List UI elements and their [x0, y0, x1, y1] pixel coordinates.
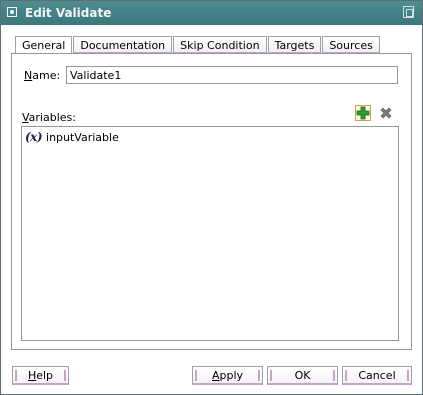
variable-x-icon: (x) — [25, 130, 43, 144]
variable-name: inputVariable — [46, 130, 119, 144]
ok-label: OK — [294, 369, 311, 382]
add-variable-button[interactable] — [355, 105, 371, 121]
help-button[interactable]: Help — [12, 366, 69, 385]
name-label-mnemonic: N — [24, 69, 33, 82]
help-label: elp — [36, 369, 54, 382]
title-bar[interactable]: Edit Validate — [1, 1, 422, 25]
variables-label-mnemonic: V — [22, 111, 29, 124]
window-title: Edit Validate — [25, 6, 112, 20]
maximize-icon[interactable] — [403, 6, 414, 18]
list-item[interactable]: (x) inputVariable — [25, 129, 119, 145]
tab-sources[interactable]: Sources — [322, 36, 380, 54]
cancel-button[interactable]: Cancel — [342, 366, 412, 385]
remove-x-icon — [380, 107, 392, 119]
window-menu-icon[interactable] — [7, 7, 17, 17]
remove-variable-button[interactable] — [378, 105, 394, 121]
apply-button[interactable]: Apply — [192, 366, 263, 385]
tab-targets[interactable]: Targets — [267, 36, 322, 54]
variables-label-text: ariables: — [28, 111, 76, 124]
cancel-label: Cancel — [358, 369, 396, 382]
name-input[interactable] — [66, 66, 398, 84]
help-mnemonic: H — [27, 369, 37, 382]
ok-button[interactable]: OK — [267, 366, 338, 385]
variables-list[interactable]: (x) inputVariable — [21, 126, 399, 341]
variables-label: Variables: — [22, 111, 76, 124]
tab-documentation[interactable]: Documentation — [73, 36, 173, 54]
apply-mnemonic: A — [211, 369, 220, 382]
add-plus-icon — [356, 106, 370, 120]
tab-bar: General Documentation Skip Condition Tar… — [15, 36, 381, 54]
name-label-text: ame: — [32, 69, 61, 82]
apply-label: pply — [219, 369, 244, 382]
tab-skip-condition[interactable]: Skip Condition — [173, 36, 267, 54]
name-label: Name: — [24, 69, 60, 82]
tab-general[interactable]: General — [15, 36, 73, 54]
dialog-window: Edit Validate General Documentation Skip… — [0, 0, 423, 395]
